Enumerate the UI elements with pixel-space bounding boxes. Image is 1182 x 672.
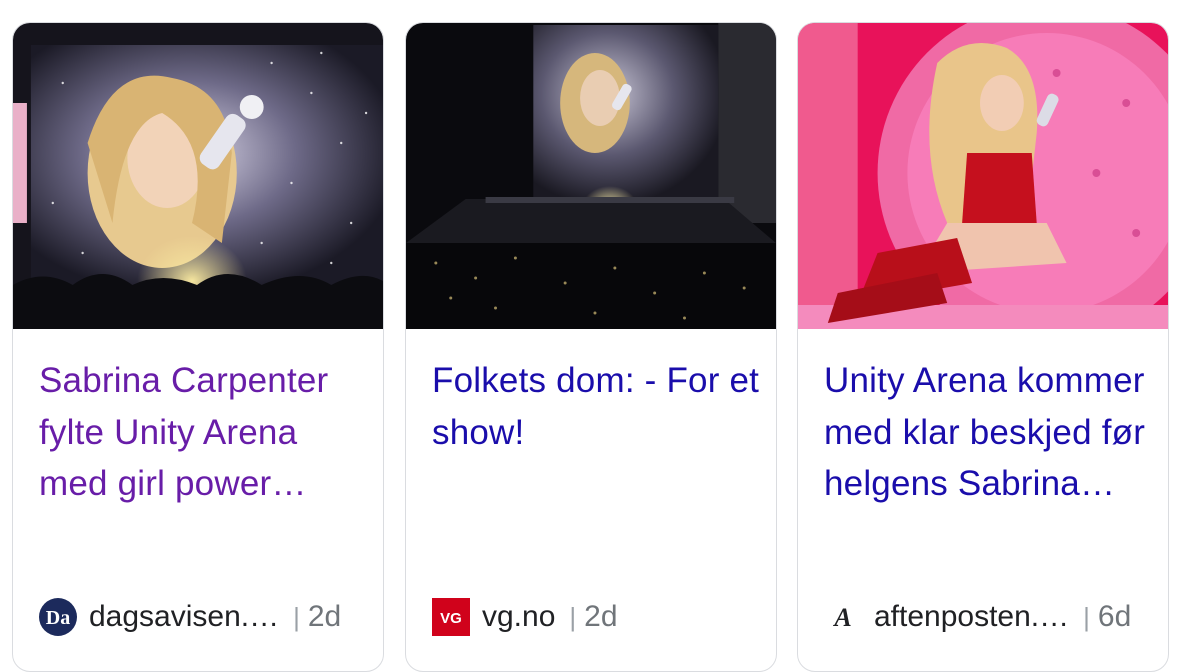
news-thumbnail[interactable] xyxy=(406,23,776,329)
news-headline[interactable]: Unity Arena kommer med klar beskjed før … xyxy=(824,355,1154,510)
vg-logo-icon: VG xyxy=(432,598,470,636)
separator: | xyxy=(569,601,577,632)
news-headline[interactable]: Folkets dom: - For et show! xyxy=(432,355,762,458)
separator: | xyxy=(1083,601,1090,632)
news-card-2[interactable]: Folkets dom: - For et show! VG vg.no | 2… xyxy=(405,22,777,672)
vg-logo-text: VG xyxy=(440,610,462,627)
published-age: 2d xyxy=(307,600,342,633)
published-age: 2d xyxy=(584,600,618,633)
news-thumbnail[interactable] xyxy=(798,23,1168,329)
aftenposten-logo-icon: A xyxy=(824,598,862,636)
aftenposten-logo-text: A xyxy=(832,603,851,632)
news-card-3[interactable]: Unity Arena kommer med klar beskjed før … xyxy=(797,22,1169,672)
dagsavisen-logo-icon: Da xyxy=(39,598,77,636)
news-source: VG vg.no | 2d xyxy=(432,597,618,637)
arena-photo xyxy=(406,23,776,329)
news-source: Da dagsavisen.… | 2d xyxy=(39,597,341,637)
news-headline[interactable]: Sabrina Carpenter fylte Unity Arena med … xyxy=(39,355,369,510)
source-name: vg.no xyxy=(482,600,556,633)
news-card-1[interactable]: Sabrina Carpenter fylte Unity Arena med … xyxy=(12,22,384,672)
singer-photo xyxy=(798,23,1168,329)
published-age: 6d xyxy=(1097,600,1132,633)
concert-photo xyxy=(13,23,383,329)
news-thumbnail[interactable] xyxy=(13,23,383,329)
separator: | xyxy=(293,601,300,632)
news-source: A aftenposten.… | 6d xyxy=(824,597,1131,637)
source-name: aftenposten.… xyxy=(874,600,1070,633)
dagsavisen-logo-text: Da xyxy=(46,607,70,629)
source-name: dagsavisen.… xyxy=(89,600,280,633)
